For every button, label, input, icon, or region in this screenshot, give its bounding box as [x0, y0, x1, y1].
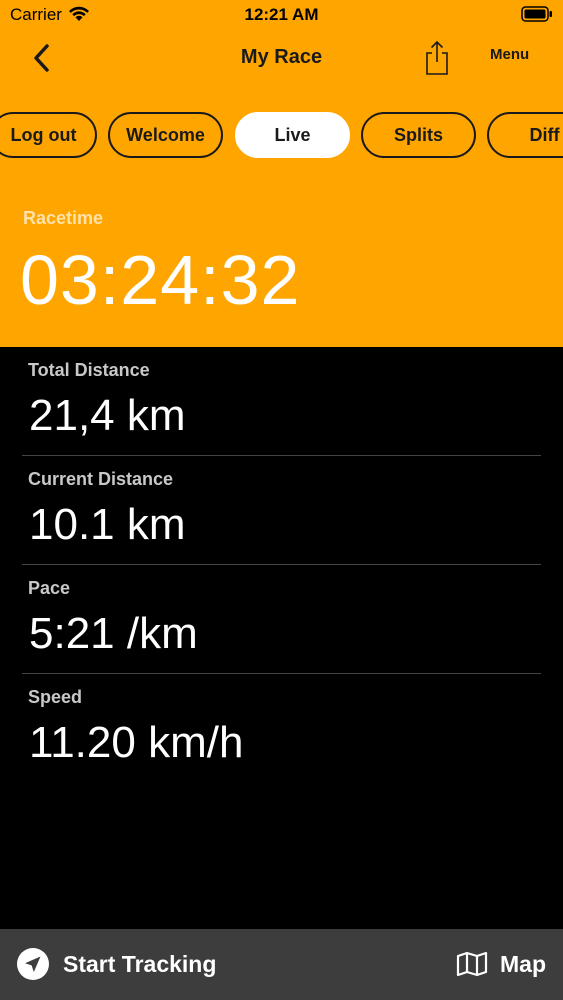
clock: 12:21 AM [244, 5, 319, 24]
racetime-value: 03:24:32 [20, 241, 301, 319]
chevron-left-icon [34, 44, 49, 72]
tab-bar: Log out Welcome Live Splits Diff [0, 112, 563, 160]
stat-label: Pace [28, 578, 71, 598]
header: Carrier 12:21 AM My Race Menu Log out We… [0, 0, 563, 347]
location-arrow-icon [17, 948, 49, 980]
map-label: Map [500, 950, 546, 977]
stat-label: Speed [28, 687, 83, 707]
nav-bar: My Race Menu [0, 30, 563, 90]
tab-splits[interactable]: Splits [361, 112, 476, 158]
start-tracking-label: Start Tracking [63, 950, 217, 977]
share-icon [426, 40, 448, 75]
page-title: My Race [240, 46, 323, 68]
stat-speed: Speed 11.20 km/h [0, 674, 563, 783]
menu-button[interactable]: Menu [490, 46, 529, 63]
tab-logout[interactable]: Log out [0, 112, 97, 158]
stat-current-distance: Current Distance 10.1 km [0, 456, 563, 565]
bottom-bar: Start Tracking Map [0, 929, 563, 1000]
tab-live[interactable]: Live [235, 112, 350, 158]
stat-value: 21,4 km [29, 391, 186, 440]
stat-label: Current Distance [28, 469, 174, 489]
status-bar: Carrier 12:21 AM [0, 0, 563, 30]
stat-value: 10.1 km [29, 500, 186, 549]
stat-label: Total Distance [28, 360, 150, 380]
tab-welcome[interactable]: Welcome [108, 112, 223, 158]
back-button[interactable] [24, 40, 58, 76]
share-button[interactable] [420, 38, 454, 78]
stat-value: 11.20 km/h [29, 718, 244, 767]
battery-icon [521, 6, 552, 22]
map-icon [456, 951, 488, 977]
map-button[interactable]: Map [456, 941, 546, 987]
start-tracking-button[interactable]: Start Tracking [16, 941, 216, 987]
racetime-label: Racetime [23, 208, 104, 228]
stat-total-distance: Total Distance 21,4 km [0, 347, 563, 456]
stat-value: 5:21 /km [29, 609, 198, 658]
stat-pace: Pace 5:21 /km [0, 565, 563, 674]
tab-diff[interactable]: Diff [487, 112, 563, 158]
